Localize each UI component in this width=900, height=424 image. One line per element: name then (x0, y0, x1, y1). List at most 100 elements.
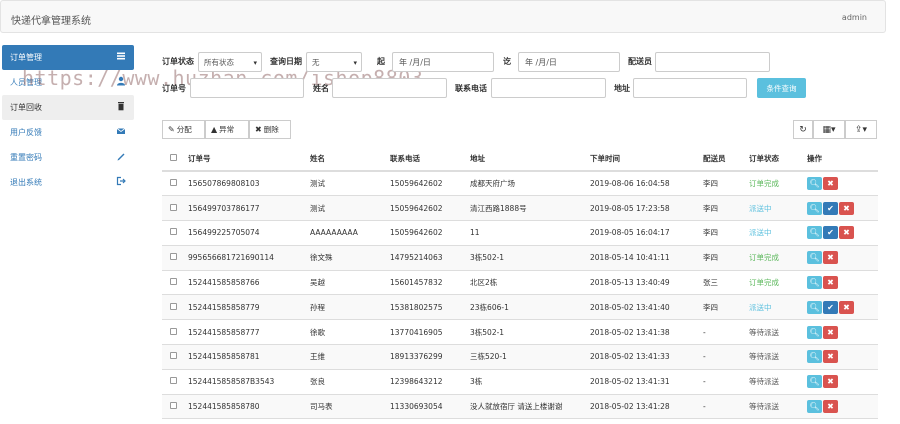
date-to-input[interactable]: 年 /月/日 (518, 52, 620, 72)
cell-status: 派送中 (745, 195, 803, 222)
column-header[interactable]: 下单时间 (586, 146, 699, 172)
select-all-checkbox[interactable] (162, 146, 184, 172)
check-icon: ✔ (827, 302, 834, 312)
date-from-input[interactable]: 年 /月/日 (392, 52, 494, 72)
sidebar-item-label: 退出系统 (10, 178, 42, 187)
table-row[interactable]: 1524415858587B3543 张良 12398643212 3栋 2018-05… (162, 369, 878, 395)
delete-button[interactable]: ✖ (839, 201, 854, 215)
row-checkbox[interactable] (162, 245, 184, 271)
columns-toggle-button[interactable]: ▦▾ (813, 120, 845, 139)
date-to-placeholder: 年 /月/日 (525, 57, 557, 67)
refresh-button[interactable]: ↻ (793, 120, 813, 139)
delete-button[interactable]: ✖ (823, 400, 838, 414)
row-checkbox[interactable] (162, 195, 184, 222)
cell-order-no: 156507869808103 (184, 171, 306, 197)
sidebar-item-logout[interactable]: 退出系统 (2, 170, 134, 195)
cell-time: 2018-05-02 13:41:33 (586, 344, 699, 370)
row-checkbox[interactable] (162, 394, 184, 420)
table-row[interactable]: 152441585858777 徐歌 13770416905 3栋502-1 2018-… (162, 319, 878, 346)
row-checkbox[interactable] (162, 270, 184, 296)
close-icon: ✖ (843, 302, 850, 312)
row-checkbox[interactable] (162, 344, 184, 370)
view-button[interactable]: 🔍︎ (807, 350, 822, 364)
delete-button[interactable]: ✖ (823, 177, 838, 191)
view-button[interactable]: 🔍︎ (807, 276, 822, 290)
view-button[interactable]: 🔍︎ (807, 201, 822, 215)
column-header[interactable]: 配送员 (699, 146, 745, 172)
cell-name: 司马表 (306, 394, 386, 420)
cell-time: 2018-05-02 13:41:28 (586, 394, 699, 420)
table-row[interactable]: 152441585858780 司马表 11330693054 没人就放宿厅 请送上楼… (162, 394, 878, 420)
order-no-input[interactable] (190, 78, 304, 98)
cell-order-no: 152441585858779 (184, 294, 306, 321)
view-button[interactable]: 🔍︎ (807, 300, 822, 314)
address-filter-input[interactable] (633, 78, 747, 98)
column-header[interactable]: 订单号 (184, 146, 306, 172)
row-checkbox[interactable] (162, 294, 184, 321)
cell-status: 等待派送 (745, 319, 803, 346)
cell-address: 3栋 (466, 369, 586, 395)
table-row[interactable]: 156499703786177 测试 15059642602 清江西路1888号 201… (162, 195, 878, 222)
cell-time: 2018-05-02 13:41:40 (586, 294, 699, 321)
table-row[interactable]: 995656681721690114 徐文殊 14795214063 3栋502-1 2… (162, 245, 878, 271)
date-from-label: 起 (377, 57, 385, 66)
table-row[interactable]: 152441585858766 吴越 15601457832 北区2栋 2018-05-… (162, 270, 878, 296)
search-button[interactable]: 条件查询 (757, 78, 806, 98)
sidebar-item-feedback[interactable]: 用户反馈 (2, 120, 134, 145)
sidebar-item-staff[interactable]: 人员管理 (2, 70, 134, 95)
close-icon: ✖ (827, 377, 834, 387)
confirm-button[interactable]: ✔ (823, 201, 838, 215)
table-row[interactable]: 156499225705074 AAAAAAAAA 15059642602 11 201… (162, 220, 878, 246)
view-button[interactable]: 🔍︎ (807, 400, 822, 414)
cell-courier: 李四 (699, 245, 745, 271)
column-header[interactable]: 地址 (466, 146, 586, 172)
sidebar-item-orders[interactable]: 订单管理 (2, 45, 134, 70)
list-icon (115, 51, 126, 62)
sidebar-item-reset-password[interactable]: 重置密码 (2, 145, 134, 170)
cell-status: 等待派送 (745, 394, 803, 420)
delete-button[interactable]: ✖ (823, 350, 838, 364)
name-filter-input[interactable] (332, 78, 447, 98)
confirm-button[interactable]: ✔ (823, 226, 838, 240)
cell-phone: 13770416905 (386, 319, 466, 346)
view-button[interactable]: 🔍︎ (807, 226, 822, 240)
close-icon: ✖ (827, 253, 834, 263)
delete-button[interactable]: ✖ (823, 251, 838, 265)
delete-selected-button[interactable]: ✖ 删除 (249, 120, 291, 139)
view-button[interactable]: 🔍︎ (807, 177, 822, 191)
table-row[interactable]: 156507869808103 测试 15059642602 成都天府广场 2019-0… (162, 171, 878, 197)
status-filter-select[interactable]: 所有状态 ▾ (198, 52, 262, 72)
row-checkbox[interactable] (162, 319, 184, 346)
view-button[interactable]: 🔍︎ (807, 375, 822, 389)
confirm-button[interactable]: ✔ (823, 300, 838, 314)
close-icon: ✖ (843, 228, 850, 238)
close-icon: ✖ (827, 327, 834, 337)
delete-button[interactable]: ✖ (839, 300, 854, 314)
column-header[interactable]: 联系电话 (386, 146, 466, 172)
assign-button[interactable]: ✎ 分配 (162, 120, 205, 139)
sidebar-item-recycle[interactable]: 订单回收 (2, 95, 134, 120)
cell-status: 订单完成 (745, 245, 803, 271)
row-checkbox[interactable] (162, 369, 184, 395)
export-button[interactable]: ⇪▾ (845, 120, 877, 139)
view-button[interactable]: 🔍︎ (807, 325, 822, 339)
cell-phone: 15059642602 (386, 195, 466, 222)
column-header[interactable]: 订单状态 (745, 146, 803, 172)
delete-button[interactable]: ✖ (823, 375, 838, 389)
phone-filter-input[interactable] (491, 78, 606, 98)
column-header[interactable]: 姓名 (306, 146, 386, 172)
date-filter-select[interactable]: 无 ▾ (306, 52, 362, 72)
delete-button[interactable]: ✖ (823, 325, 838, 339)
row-checkbox[interactable] (162, 220, 184, 246)
delete-button[interactable]: ✖ (823, 276, 838, 290)
table-row[interactable]: 152441585858781 王维 18913376299 三栋520-1 2018-… (162, 344, 878, 370)
admin-user-link[interactable]: admin (842, 13, 867, 22)
courier-filter-input[interactable] (655, 52, 770, 72)
abnormal-button[interactable]: ▲ 异常 (205, 120, 249, 139)
search-icon: 🔍︎ (809, 402, 820, 412)
delete-button[interactable]: ✖ (839, 226, 854, 240)
view-button[interactable]: 🔍︎ (807, 251, 822, 265)
cell-courier: - (699, 344, 745, 370)
row-checkbox[interactable] (162, 171, 184, 197)
table-row[interactable]: 152441585858779 孙程 15381802575 23栋606-1 2018… (162, 294, 878, 321)
